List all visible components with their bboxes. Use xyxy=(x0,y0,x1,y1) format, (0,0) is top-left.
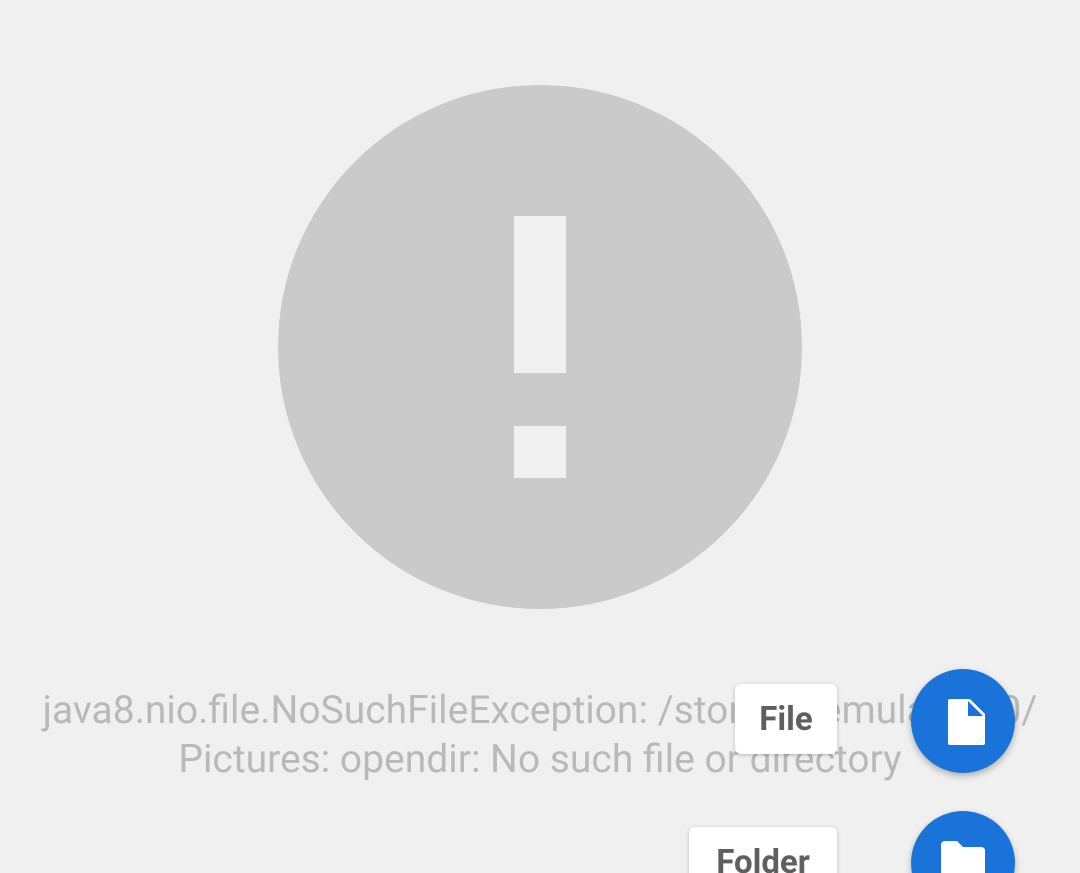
alert-circle-icon xyxy=(278,85,802,609)
exclamation-dot xyxy=(514,426,566,478)
folder-icon xyxy=(941,841,985,873)
file-icon xyxy=(948,699,985,745)
new-folder-button[interactable] xyxy=(911,811,1015,873)
exclamation-bar xyxy=(514,216,566,373)
new-file-button[interactable] xyxy=(911,669,1015,773)
file-browser-screen: java8.nio.file.NoSuchFileException: /sto… xyxy=(0,0,1080,873)
new-file-label[interactable]: File xyxy=(735,684,837,754)
new-folder-label[interactable]: Folder xyxy=(689,827,837,873)
